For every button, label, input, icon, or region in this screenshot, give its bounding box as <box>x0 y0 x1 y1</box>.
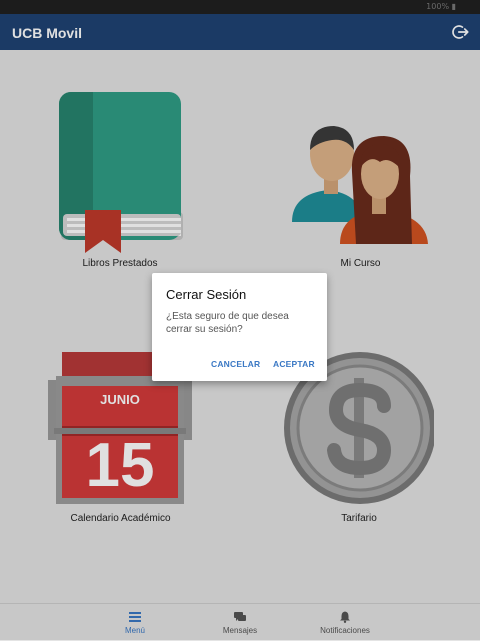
status-bar: 100% ▮ <box>0 0 480 14</box>
cancel-button[interactable]: CANCELAR <box>211 359 260 369</box>
dialog-message: ¿Esta seguro de que desea cerrar su sesi… <box>166 311 289 335</box>
logout-dialog: Cerrar Sesión ¿Esta seguro de que desea … <box>152 273 327 381</box>
dialog-title: Cerrar Sesión <box>166 287 247 302</box>
accept-button[interactable]: ACEPTAR <box>273 359 315 369</box>
battery-indicator: 100% ▮ <box>426 2 456 11</box>
